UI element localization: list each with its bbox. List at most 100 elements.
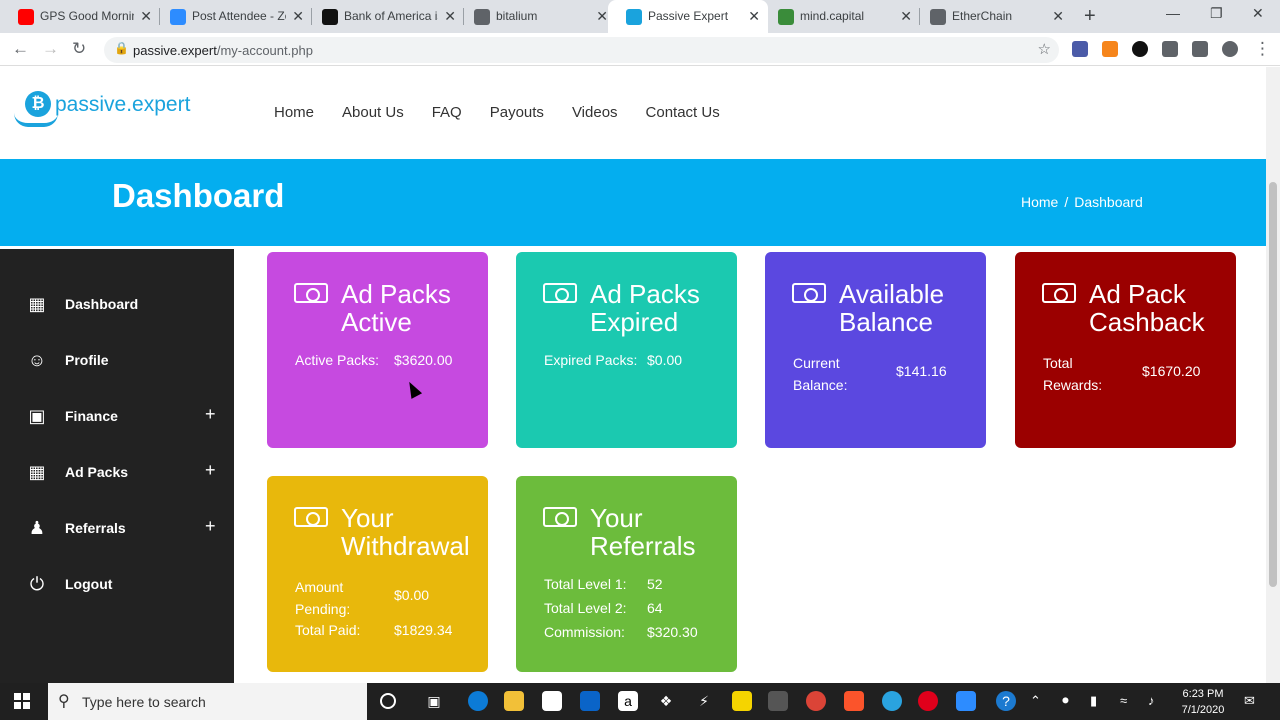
url-host: passive.expert [133,43,217,58]
nav-payouts[interactable]: Payouts [490,104,544,121]
mail-icon[interactable] [580,691,600,711]
card-your-withdrawal: Your Withdrawal Amount Pending: $0.00 Tota… [267,476,488,672]
taskbar-search[interactable]: ⚲ Type here to search [48,683,367,720]
dropbox-icon[interactable]: ❖ [656,691,676,711]
puzzle-icon[interactable] [1162,41,1178,57]
card-ad-packs-active: Ad Packs Active Active Packs: $3620.00 [267,252,488,448]
close-tab-icon[interactable]: ✕ [1052,8,1064,25]
power-icon: ⏻ [29,574,45,594]
calculator-icon[interactable] [768,691,788,711]
file-explorer-icon[interactable] [504,691,524,711]
globe-icon [930,9,946,25]
close-tab-icon[interactable]: ✕ [292,8,304,25]
volume-icon[interactable]: ♪ [1148,693,1155,708]
nav-videos[interactable]: Videos [572,104,618,121]
cortana-icon[interactable] [380,693,396,709]
profile-icon[interactable] [1222,41,1238,57]
nav-home[interactable]: Home [274,104,314,121]
battery-icon[interactable]: ▮ [1090,693,1097,709]
sidebar-item-ad-packs[interactable]: ▦ Ad Packs + [0,453,234,493]
close-tab-icon[interactable]: ✕ [140,8,152,25]
card-value: $141.16 [896,363,947,379]
expand-icon[interactable]: + [205,460,216,481]
taskbar-clock[interactable]: 6:23 PM 7/1/2020 [1173,686,1233,718]
browser-tab[interactable]: Post Attendee - Zo ✕ [152,0,312,33]
chrome-icon[interactable] [806,691,826,711]
wallet-icon: ▣ [28,406,46,426]
amazon-icon[interactable]: a [618,691,638,711]
metamask-icon[interactable] [1102,41,1118,57]
browser-tab[interactable]: bitalium ✕ [456,0,616,33]
sidebar-item-referrals[interactable]: ♟ Referrals + [0,509,234,549]
browser-tab-active[interactable]: Passive Expert ✕ [608,0,768,33]
card-label: Active Packs: [295,352,380,368]
card-label: Total Rewards: [1043,355,1103,393]
task-view-icon[interactable]: ▣ [424,691,444,711]
card-label: Total Paid: [295,622,361,638]
store-icon[interactable] [542,691,562,711]
close-tab-icon[interactable]: ✕ [596,8,608,25]
card-title-line: Your [341,503,394,533]
sticky-notes-icon[interactable] [732,691,752,711]
edge-icon[interactable] [468,691,488,711]
close-tab-icon[interactable]: ✕ [748,8,760,25]
forward-icon[interactable]: → [42,39,59,59]
sidebar-item-profile[interactable]: ☺ Profile [0,341,234,381]
close-tab-icon[interactable]: ✕ [900,8,912,25]
breadcrumb-current: Dashboard [1074,194,1143,210]
brave-icon[interactable] [844,691,864,711]
expand-icon[interactable]: + [205,516,216,537]
address-bar[interactable]: 🔒 passive.expert/my-account.php ☆ [104,37,1059,63]
site-logo[interactable]: ₿ passive.expert [14,79,214,135]
telegram-icon[interactable] [882,691,902,711]
minimize-icon[interactable]: — [1166,5,1180,21]
card-value: 64 [647,600,663,616]
close-window-icon[interactable]: ✕ [1252,5,1264,22]
help-icon[interactable]: ? [996,691,1016,711]
card-title-line: Ad Packs [590,279,700,309]
nav-contact-us[interactable]: Contact Us [646,104,720,121]
card-title: Ad Packs Expired [590,280,737,336]
nav-faq[interactable]: FAQ [432,104,462,121]
close-tab-icon[interactable]: ✕ [444,8,456,25]
card-title: Ad Pack Cashback [1089,280,1236,336]
page-scrollbar[interactable] [1266,67,1280,683]
notifications-icon[interactable]: ✉ [1244,693,1255,709]
bookmark-star-icon[interactable]: ☆ [1038,40,1051,58]
back-icon[interactable]: ← [12,39,29,59]
breadcrumb-home[interactable]: Home [1021,194,1058,210]
menu-dots-icon[interactable]: ⋮ [1254,39,1271,59]
tab-title: mind.capital [800,9,865,23]
browser-tab[interactable]: mind.capital ✕ [760,0,920,33]
browser-tab[interactable]: EtherChain ✕ [912,0,1072,33]
sidebar-item-finance[interactable]: ▣ Finance + [0,397,234,437]
money-icon [294,507,328,527]
search-icon: ⚲ [58,693,70,710]
breadcrumb: Home / Dashboard [1021,194,1143,210]
page-banner: Dashboard Home / Dashboard [0,159,1266,246]
card-label: Current Balance: [793,355,848,393]
extension-icon[interactable] [1132,41,1148,57]
new-tab-button[interactable]: + [1084,5,1096,28]
browser-tab[interactable]: GPS Good Mornin ✕ [0,0,160,33]
microphone-icon[interactable]: ⚫ [1060,693,1071,709]
show-hidden-icons-icon[interactable]: ⌃ [1030,693,1041,709]
globe-icon [474,9,490,25]
scrollbar-thumb[interactable] [1269,182,1277,587]
zoom-app-icon[interactable] [956,691,976,711]
expand-icon[interactable]: + [205,404,216,425]
nav-about-us[interactable]: About Us [342,104,404,121]
extension-icon[interactable] [1072,41,1088,57]
money-icon [294,283,328,303]
browser-tab[interactable]: Bank of America is ✕ [304,0,464,33]
reading-list-icon[interactable] [1192,41,1208,57]
sidebar-item-logout[interactable]: ⏻ Logout [0,565,234,605]
reload-icon[interactable]: ↻ [72,39,86,59]
lightning-icon[interactable]: ⚡ [694,691,714,711]
windows-start-icon[interactable] [14,693,30,709]
restore-icon[interactable]: ❐ [1210,5,1223,22]
sidebar-item-dashboard[interactable]: ▦ Dashboard [0,285,234,325]
card-value: $3620.00 [394,352,453,368]
wifi-icon[interactable]: ≈ [1120,693,1127,708]
opera-icon[interactable] [918,691,938,711]
